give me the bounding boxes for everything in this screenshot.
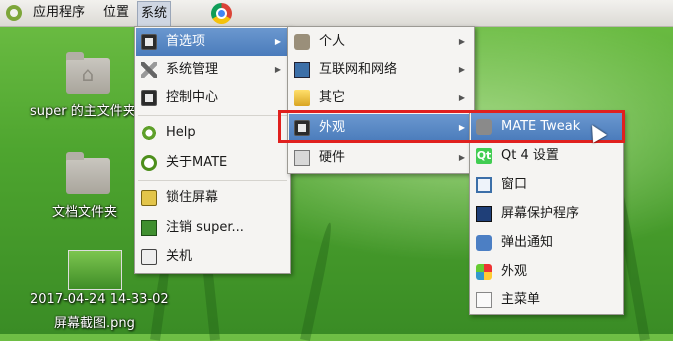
menu-item-windows[interactable]: 窗口 xyxy=(471,171,622,199)
desktop-icon-label-line2: 屏幕截图.png xyxy=(54,316,135,331)
submenu-arrow-icon: ▶ xyxy=(274,65,281,74)
logout-icon xyxy=(141,220,157,236)
image-thumbnail xyxy=(68,250,122,290)
menu-item-label: 系统管理 xyxy=(166,62,219,77)
home-icon: ⌂ xyxy=(81,62,95,86)
menu-item-label: 外观 xyxy=(501,264,528,279)
menu-item-personal[interactable]: 个人 ▶ xyxy=(289,28,473,56)
menu-item-shutdown[interactable]: 关机 xyxy=(136,243,289,271)
menu-item-lock-screen[interactable]: 锁住屏幕 xyxy=(136,184,289,212)
screensaver-icon xyxy=(476,206,492,222)
hardware-icon xyxy=(294,150,310,166)
mate-logo-icon[interactable] xyxy=(6,5,22,21)
menu-item-administration[interactable]: 系统管理 ▶ xyxy=(136,56,289,84)
submenu-arrow-icon: ▶ xyxy=(458,93,465,102)
submenu-arrow-icon: ▶ xyxy=(458,37,465,46)
network-icon xyxy=(294,62,310,78)
menu-item-label: 弹出通知 xyxy=(501,235,554,250)
menu-item-screensaver[interactable]: 屏幕保护程序 xyxy=(471,200,622,228)
menu-item-logout[interactable]: 注销 super... xyxy=(136,214,289,242)
menu-item-appearance-settings[interactable]: 外观 xyxy=(471,258,622,286)
menu-item-about-mate[interactable]: 关于MATE xyxy=(136,149,289,177)
menu-item-label: 其它 xyxy=(319,90,346,105)
qt-icon: Qt xyxy=(476,148,492,164)
menu-item-hardware[interactable]: 硬件 ▶ xyxy=(289,144,473,172)
system-menu[interactable]: 系统 xyxy=(137,1,172,27)
menu-item-label: 窗口 xyxy=(501,177,528,192)
menu-item-label: 外观 xyxy=(319,120,346,135)
menu-item-label: 关于MATE xyxy=(166,155,228,170)
menu-item-preferences[interactable]: 首选项 ▶ xyxy=(136,28,289,56)
lock-icon xyxy=(141,190,157,206)
help-icon xyxy=(141,125,157,141)
menu-item-label: 锁住屏幕 xyxy=(166,190,219,205)
preferences-icon xyxy=(141,34,157,50)
menu-item-qt4-settings[interactable]: Qt Qt 4 设置 xyxy=(471,142,622,170)
menu-item-label: 控制中心 xyxy=(166,90,219,105)
menu-item-label: 硬件 xyxy=(319,150,346,165)
wallpaper-grass xyxy=(300,221,335,341)
menu-item-label: 个人 xyxy=(319,34,346,49)
menu-separator xyxy=(138,180,287,181)
menu-item-popup-notifications[interactable]: 弹出通知 xyxy=(471,229,622,257)
appearance-icon xyxy=(294,120,310,136)
control-center-icon xyxy=(141,90,157,106)
menu-item-appearance[interactable]: 外观 ▶ xyxy=(289,114,473,142)
notification-icon xyxy=(476,235,492,251)
desktop-icon-label: 文档文件夹 xyxy=(52,205,118,220)
menu-editor-icon xyxy=(476,292,492,308)
mate-tweak-icon xyxy=(476,119,492,135)
tools-icon xyxy=(141,62,157,78)
menu-item-label: Help xyxy=(166,125,196,140)
menu-item-help[interactable]: Help xyxy=(136,119,289,147)
places-menu[interactable]: 位置 xyxy=(100,0,132,26)
personal-icon xyxy=(294,34,310,50)
paint-icon xyxy=(476,264,492,280)
menu-item-internet-network[interactable]: 互联网和网络 ▶ xyxy=(289,56,473,84)
applications-menu[interactable]: 应用程序 xyxy=(30,0,88,26)
appearance-submenu: MATE Tweak Qt Qt 4 设置 窗口 屏幕保护程序 弹出通知 外观 … xyxy=(469,111,624,315)
menu-item-label: 注销 super... xyxy=(166,220,244,235)
submenu-arrow-icon: ▶ xyxy=(458,123,465,132)
chrome-launcher-icon[interactable] xyxy=(211,3,232,24)
menu-item-label: MATE Tweak xyxy=(501,119,581,134)
system-menu-popup: 首选项 ▶ 系统管理 ▶ 控制中心 Help 关于MATE 锁住屏幕 注销 su… xyxy=(134,26,291,274)
desktop-icon-label: 2017-04-24 14-33-02 xyxy=(30,292,169,307)
preferences-submenu: 个人 ▶ 互联网和网络 ▶ 其它 ▶ 外观 ▶ 硬件 ▶ xyxy=(287,26,475,174)
desktop-icon-label: super 的主文件夹 xyxy=(30,104,136,119)
menu-separator xyxy=(138,115,287,116)
menu-item-label: 屏幕保护程序 xyxy=(501,206,580,221)
menu-item-other[interactable]: 其它 ▶ xyxy=(289,84,473,112)
power-icon xyxy=(141,249,157,265)
other-icon xyxy=(294,90,310,106)
menu-item-label: 主菜单 xyxy=(501,292,541,307)
submenu-arrow-icon: ▶ xyxy=(274,37,281,46)
menu-item-label: 互联网和网络 xyxy=(319,62,398,77)
submenu-arrow-icon: ▶ xyxy=(458,153,465,162)
menu-item-label: Qt 4 设置 xyxy=(501,148,559,163)
menu-item-label: 首选项 xyxy=(166,34,206,49)
menu-item-main-menu[interactable]: 主菜单 xyxy=(471,286,622,314)
menu-item-label: 关机 xyxy=(166,249,193,264)
submenu-arrow-icon: ▶ xyxy=(458,65,465,74)
top-panel: 应用程序 位置 系统 xyxy=(0,0,673,27)
mate-icon xyxy=(141,155,157,171)
menu-item-control-center[interactable]: 控制中心 xyxy=(136,84,289,112)
folder-icon xyxy=(66,152,110,194)
window-icon xyxy=(476,177,492,193)
